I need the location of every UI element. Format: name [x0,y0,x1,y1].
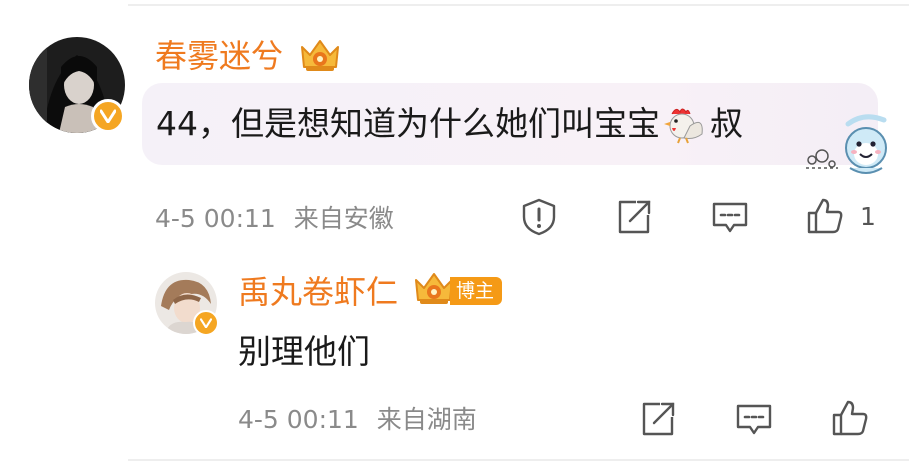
comment-text-part: 叔 [710,104,743,143]
timestamp: 4-5 00:11 [155,204,276,233]
timestamp: 4-5 00:11 [238,405,359,434]
location: 来自安徽 [293,204,394,233]
like-count: 1 [860,202,876,231]
reply-comment-icon[interactable] [734,399,774,439]
like-icon[interactable] [805,196,845,236]
username[interactable]: 春雾迷兮 [155,36,283,76]
reply-username[interactable]: 禹丸卷虾仁 [238,272,398,312]
verified-badge-icon [91,99,125,133]
avatar[interactable] [29,37,125,133]
comment-thread: 春雾迷兮 44，但是想知道为什么她们叫宝宝 叔 4-5 00:11 来自安徽 1… [0,0,909,463]
mascot-sticker-icon [806,114,887,174]
avatar[interactable] [155,272,219,336]
comment-text-part: 44，但是想知道为什么她们叫宝宝 [156,104,660,143]
top-divider [128,4,909,6]
bottom-divider [128,459,909,461]
like-icon[interactable] [830,398,870,438]
comment-text: 44，但是想知道为什么她们叫宝宝 叔 [156,102,743,146]
report-icon[interactable] [519,197,559,237]
verified-badge-icon [193,310,219,336]
share-icon[interactable] [614,197,654,237]
reply-comment-icon[interactable] [710,197,750,237]
host-badge: 博主 [450,277,503,305]
rooster-emoji-icon [664,108,703,144]
reply-text: 别理他们 [238,332,370,371]
comment-meta: 4-5 00:11 来自安徽 [155,203,394,235]
share-icon[interactable] [638,399,678,439]
crown-icon [301,40,339,71]
location: 来自湖南 [376,405,477,434]
reply-meta: 4-5 00:11 来自湖南 [238,404,477,436]
